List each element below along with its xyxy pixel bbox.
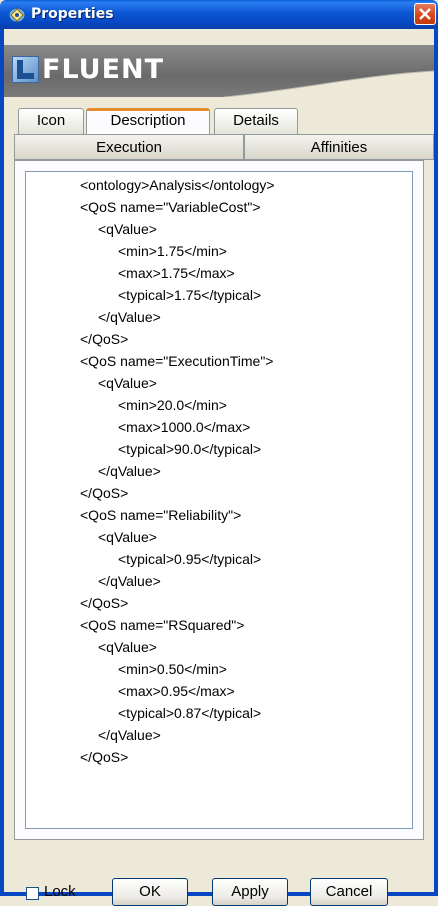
text-line: <QoS name="RSquared">: [80, 617, 245, 633]
close-icon: [419, 8, 431, 20]
tab-icon[interactable]: Icon: [18, 108, 84, 134]
tab-details[interactable]: Details: [214, 108, 298, 134]
text-line: </qValue>: [98, 573, 161, 589]
text-line: </qValue>: [98, 727, 161, 743]
text-line: </QoS>: [80, 595, 129, 611]
description-panel: <ontology>Analysis</ontology> <QoS name=…: [14, 160, 424, 840]
tab-row-top: Icon Description Details: [4, 108, 434, 134]
text-line: <qValue>: [98, 529, 157, 545]
text-line: <QoS name="VariableCost">: [80, 199, 261, 215]
text-line: <max>0.95</max>: [118, 683, 235, 699]
properties-icon: [8, 6, 26, 23]
text-line: <qValue>: [98, 375, 157, 391]
fluent-logo-icon: [12, 56, 39, 83]
description-textarea[interactable]: <ontology>Analysis</ontology> <QoS name=…: [25, 171, 413, 829]
tab-affinities[interactable]: Affinities: [244, 134, 434, 160]
text-line: <qValue>: [98, 639, 157, 655]
title-bar[interactable]: Properties: [0, 0, 438, 29]
text-line: </QoS>: [80, 485, 129, 501]
text-line: </QoS>: [80, 749, 129, 765]
text-line: <min>0.50</min>: [118, 661, 227, 677]
text-line: </QoS>: [80, 331, 129, 347]
text-line: <typical>0.87</typical>: [118, 705, 262, 721]
ok-button[interactable]: OK: [112, 878, 188, 906]
text-line: <QoS name="Reliability">: [80, 507, 242, 523]
text-line: <typical>90.0</typical>: [118, 441, 262, 457]
close-button[interactable]: [414, 3, 436, 25]
apply-button[interactable]: Apply: [212, 878, 288, 906]
text-line: <ontology>Analysis</ontology>: [80, 177, 275, 193]
text-line: <qValue>: [98, 221, 157, 237]
fluent-logo-text: FLUENT: [42, 54, 165, 85]
window-title: Properties: [31, 6, 114, 22]
tab-row-bottom: Execution Affinities: [4, 134, 434, 160]
text-line: <min>1.75</min>: [118, 243, 227, 259]
text-line: <max>1000.0</max>: [118, 419, 251, 435]
window-frame-right: [434, 29, 438, 896]
text-line: <typical>1.75</typical>: [118, 287, 262, 303]
text-line: <min>20.0</min>: [118, 397, 227, 413]
text-line: <typical>0.95</typical>: [118, 551, 262, 567]
lock-label: Lock: [44, 883, 76, 900]
text-line: <QoS name="ExecutionTime">: [80, 353, 274, 369]
tab-execution[interactable]: Execution: [14, 134, 244, 160]
text-line: <max>1.75</max>: [118, 265, 235, 281]
lock-checkbox[interactable]: [26, 887, 39, 900]
text-line: </qValue>: [98, 309, 161, 325]
tab-description[interactable]: Description: [86, 108, 210, 134]
text-line: </qValue>: [98, 463, 161, 479]
cancel-button[interactable]: Cancel: [310, 878, 388, 906]
